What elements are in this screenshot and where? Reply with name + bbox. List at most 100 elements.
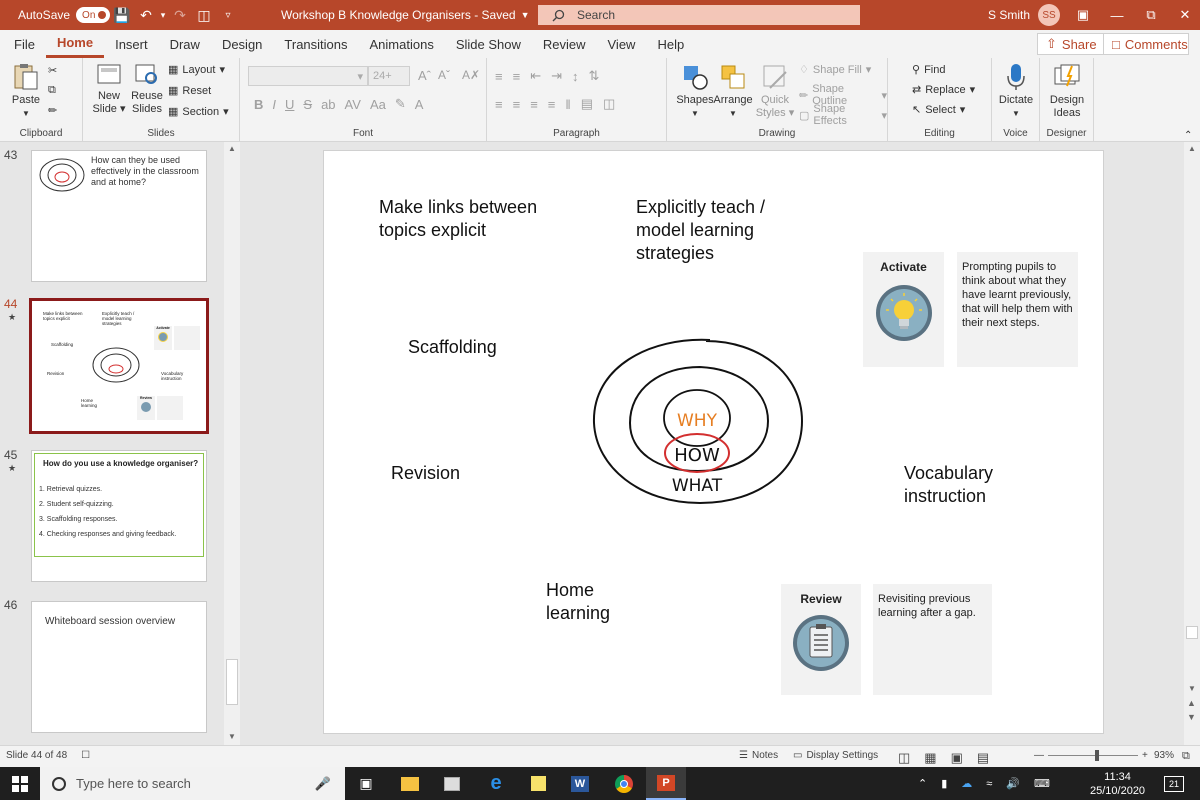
slide-thumbnail-44[interactable]: Make links between topics explicit Expli… [29, 298, 209, 434]
scroll-up-icon[interactable]: ▲ [1188, 144, 1196, 153]
paste-button[interactable]: Paste ▼ [8, 62, 44, 120]
arrange-button[interactable]: Arrange ▼ [713, 62, 753, 120]
cut-icon[interactable]: ✂ [48, 64, 57, 77]
collapse-ribbon-icon[interactable]: ⌃ [1184, 130, 1192, 141]
slide-sorter-icon[interactable]: ▦ [924, 750, 936, 766]
slideshow-icon[interactable]: ▤ [977, 750, 989, 766]
tab-home[interactable]: Home [45, 30, 105, 58]
shapes-button[interactable]: Shapes ▼ [675, 62, 715, 120]
select-button[interactable]: ↖ Select ▾ [912, 103, 965, 117]
font-size-field[interactable]: 24+ [368, 66, 410, 86]
wifi-icon[interactable]: ≈ [986, 778, 992, 790]
notes-button[interactable]: ☰ Notes [739, 750, 778, 761]
redo-icon[interactable]: ↷ [168, 7, 192, 24]
reuse-slides-button[interactable]: Reuse Slides [129, 62, 165, 116]
thumbnails-scrollbar[interactable]: ▲ ▼ [224, 142, 240, 745]
design-ideas-button[interactable]: Design Ideas [1044, 62, 1090, 120]
tab-help[interactable]: Help [646, 30, 695, 58]
close-icon[interactable]: ✕ [1168, 7, 1200, 23]
zoom-out-icon[interactable]: — [1034, 750, 1044, 761]
revision-textbox[interactable]: Revision [391, 462, 460, 485]
bullets-icon[interactable]: ≡ [495, 69, 503, 84]
scaffolding-textbox[interactable]: Scaffolding [408, 336, 497, 359]
format-painter-icon[interactable]: ✏ [48, 104, 57, 117]
new-slide-button[interactable]: New Slide ▾ [91, 62, 127, 116]
why-how-what-diagram[interactable]: WHY HOW WHAT [590, 337, 806, 507]
bold-icon[interactable]: B [254, 97, 263, 112]
slide-thumbnail-43[interactable]: How can they be used effectively in the … [31, 150, 207, 282]
autosave-control[interactable]: AutoSave On [18, 0, 111, 30]
activate-card[interactable]: Activate [863, 252, 944, 367]
file-explorer-icon[interactable] [390, 767, 430, 800]
keyboard-icon[interactable]: ⌨ [1034, 777, 1050, 790]
align-left-icon[interactable]: ≡ [495, 97, 503, 112]
shrink-font-icon[interactable]: Aˇ [438, 68, 450, 82]
shape-fill-button[interactable]: ♢ Shape Fill ▾ [799, 63, 871, 77]
autosave-toggle[interactable]: On [76, 7, 111, 23]
section-button[interactable]: ▦ Section ▾ [168, 105, 229, 119]
line-spacing-icon[interactable]: ↕ [572, 69, 579, 84]
zoom-level[interactable]: 93% [1154, 750, 1174, 761]
undo-dropdown-icon[interactable]: ▾ [158, 10, 168, 21]
review-card[interactable]: Review [781, 584, 861, 695]
next-slide-icon[interactable]: ▼ [1187, 712, 1196, 722]
display-settings-button[interactable]: ▭ Display Settings [793, 750, 878, 761]
ribbon-display-icon[interactable]: ▣ [1066, 7, 1100, 23]
document-title[interactable]: Workshop B Knowledge Organisers - Saved … [281, 0, 529, 30]
font-color-icon[interactable]: A [415, 97, 424, 112]
teach-textbox[interactable]: Explicitly teach / model learning strate… [636, 196, 765, 265]
sticky-notes-icon[interactable] [518, 767, 558, 800]
clock[interactable]: 11:34 25/10/2020 [1090, 767, 1145, 800]
align-right-icon[interactable]: ≡ [530, 97, 538, 112]
home-textbox[interactable]: Home learning [546, 579, 610, 625]
font-name-field[interactable]: ▾ [248, 66, 368, 86]
smartart-icon[interactable]: ◫ [603, 96, 615, 112]
restore-icon[interactable]: ⧉ [1134, 7, 1168, 23]
chrome-icon[interactable] [604, 767, 644, 800]
replace-button[interactable]: ⇄ Replace ▾ [912, 83, 975, 97]
numbering-icon[interactable]: ≡ [513, 69, 521, 84]
comments-button[interactable]: □ Comments [1103, 33, 1189, 55]
search-box[interactable]: Search [538, 5, 860, 25]
battery-icon[interactable]: ▮ [941, 777, 947, 790]
reset-button[interactable]: ▦ Reset [168, 84, 211, 98]
task-view-icon[interactable]: ▣ [346, 767, 386, 800]
tab-slide-show[interactable]: Slide Show [445, 30, 532, 58]
italic-icon[interactable]: I [272, 97, 276, 112]
undo-icon[interactable]: ↶ [134, 7, 158, 24]
highlight-icon[interactable]: ✎ [395, 96, 406, 112]
zoom-thumb[interactable] [1095, 750, 1099, 761]
find-button[interactable]: ⚲ Find [912, 63, 945, 77]
scroll-down-icon[interactable]: ▼ [228, 732, 236, 741]
edge-icon[interactable]: e [476, 767, 516, 800]
shadow-icon[interactable]: S [303, 97, 312, 112]
decrease-indent-icon[interactable]: ⇤ [530, 68, 541, 84]
clear-formatting-icon[interactable]: A✗ [462, 68, 480, 82]
present-icon[interactable]: ◫ [192, 7, 216, 24]
underline-icon[interactable]: U [285, 97, 294, 112]
volume-icon[interactable]: 🔊 [1006, 777, 1020, 790]
powerpoint-icon[interactable]: P [646, 767, 686, 800]
tab-transitions[interactable]: Transitions [273, 30, 358, 58]
slide-scrollbar[interactable]: ▲ ▼ ▲ ▼ [1184, 142, 1200, 745]
onedrive-icon[interactable]: ☁ [961, 777, 972, 790]
columns-icon[interactable]: ‖ [565, 97, 570, 112]
minimize-icon[interactable]: — [1100, 8, 1134, 23]
normal-view-icon[interactable]: ◫ [898, 750, 910, 766]
tab-animations[interactable]: Animations [359, 30, 445, 58]
thumbnails-scroll-thumb[interactable] [226, 659, 238, 705]
chevron-up-icon[interactable]: ⌃ [918, 777, 927, 790]
strikethrough-icon[interactable]: ab [321, 97, 335, 112]
dictate-button[interactable]: Dictate ▼ [994, 62, 1038, 120]
slide-scroll-thumb[interactable] [1186, 626, 1198, 639]
taskbar-search[interactable]: Type here to search 🎤 [40, 767, 345, 800]
store-icon[interactable] [432, 767, 472, 800]
vocab-textbox[interactable]: Vocabulary instruction [904, 462, 993, 508]
zoom-in-icon[interactable]: + [1142, 750, 1148, 761]
slide-thumbnail-45[interactable]: How do you use a knowledge organiser? 1.… [31, 450, 207, 582]
tab-file[interactable]: File [3, 30, 46, 58]
word-icon[interactable]: W [560, 767, 600, 800]
grow-font-icon[interactable]: Aˆ [418, 68, 431, 83]
tab-draw[interactable]: Draw [159, 30, 211, 58]
windows-start-icon[interactable] [12, 776, 28, 792]
